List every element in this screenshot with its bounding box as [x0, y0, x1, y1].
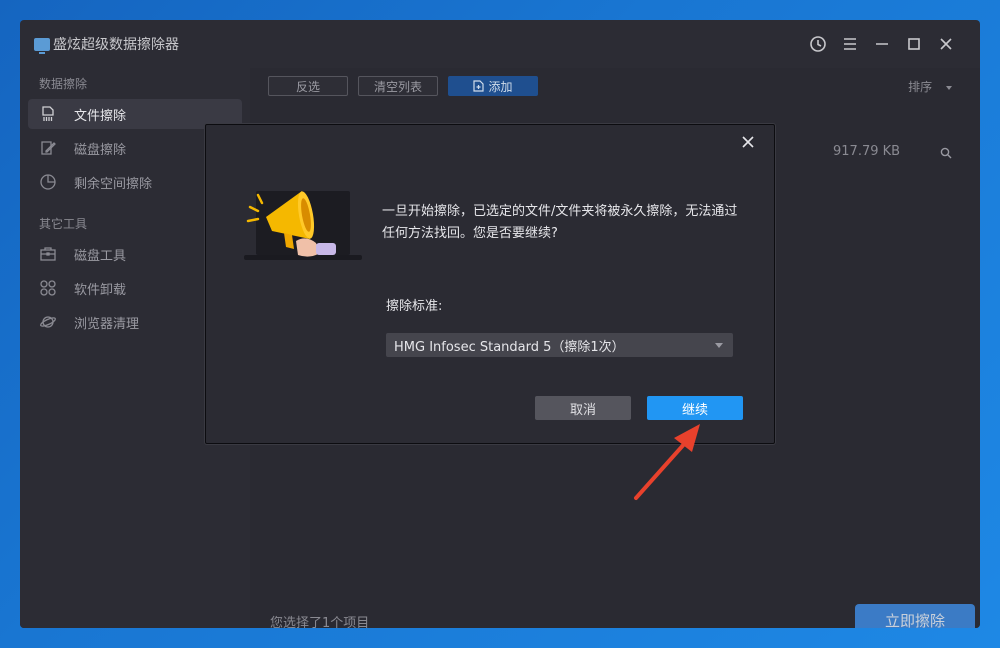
sleeve [316, 243, 336, 255]
sort-label: 排序 [908, 80, 933, 94]
add-file-icon [473, 80, 485, 92]
file-shred-icon [40, 106, 56, 122]
title-bar: 盛炫超级数据擦除器 [20, 20, 980, 68]
apps-grid-icon [40, 280, 56, 296]
selection-status: 您选择了1个项目 [270, 616, 370, 628]
confirm-dialog: 一旦开始擦除，已选定的文件/文件夹将被永久擦除，无法通过任何方法找回。您是否要继… [205, 124, 775, 444]
sort-dropdown[interactable]: 排序 [908, 78, 952, 95]
cancel-button[interactable]: 取消 [535, 396, 631, 420]
history-icon[interactable] [802, 34, 834, 54]
invert-selection-button[interactable]: 反选 [268, 76, 348, 96]
warning-message: 一旦开始擦除，已选定的文件/文件夹将被永久擦除，无法通过任何方法找回。您是否要继… [382, 204, 738, 241]
planet-icon [40, 314, 56, 330]
pie-chart-icon [40, 174, 56, 190]
sidebar-item-label: 软件卸载 [74, 282, 127, 298]
sidebar-item-label: 文件擦除 [74, 108, 127, 124]
window-controls [802, 34, 962, 54]
close-icon[interactable] [742, 133, 754, 152]
section-title-data-wipe: 数据擦除 [39, 77, 88, 91]
search-icon[interactable] [940, 144, 952, 163]
sidebar-item-label: 剩余空间擦除 [74, 176, 153, 192]
sidebar-item-label: 磁盘工具 [74, 248, 127, 264]
chevron-down-icon [946, 85, 952, 90]
toolbox-icon [40, 246, 56, 262]
clear-list-button[interactable]: 清空列表 [358, 76, 438, 96]
menu-icon[interactable] [834, 34, 866, 54]
disk-edit-icon [40, 140, 56, 156]
app-logo-icon [34, 37, 50, 54]
add-button[interactable]: 添加 [448, 76, 538, 96]
minimize-icon[interactable] [866, 34, 898, 54]
app-title: 盛炫超级数据擦除器 [53, 37, 179, 53]
close-window-icon[interactable] [930, 34, 962, 54]
continue-button[interactable]: 继续 [647, 396, 743, 420]
maximize-icon[interactable] [898, 34, 930, 54]
add-button-label: 添加 [488, 79, 513, 94]
file-size: 917.79 KB [833, 144, 901, 159]
annotation-arrow-icon [634, 424, 700, 500]
wipe-standard-value: HMG Infosec Standard 5（擦除1次） [394, 339, 625, 355]
wipe-standard-select[interactable]: HMG Infosec Standard 5（擦除1次） [386, 333, 733, 357]
sidebar-item-label: 磁盘擦除 [74, 142, 127, 158]
chevron-down-icon [715, 343, 723, 348]
wipe-now-button[interactable]: 立即擦除 [855, 604, 975, 628]
sidebar-item-label: 浏览器清理 [74, 316, 140, 332]
megaphone-illustration [244, 191, 362, 260]
wipe-standard-label: 擦除标准: [386, 299, 443, 314]
